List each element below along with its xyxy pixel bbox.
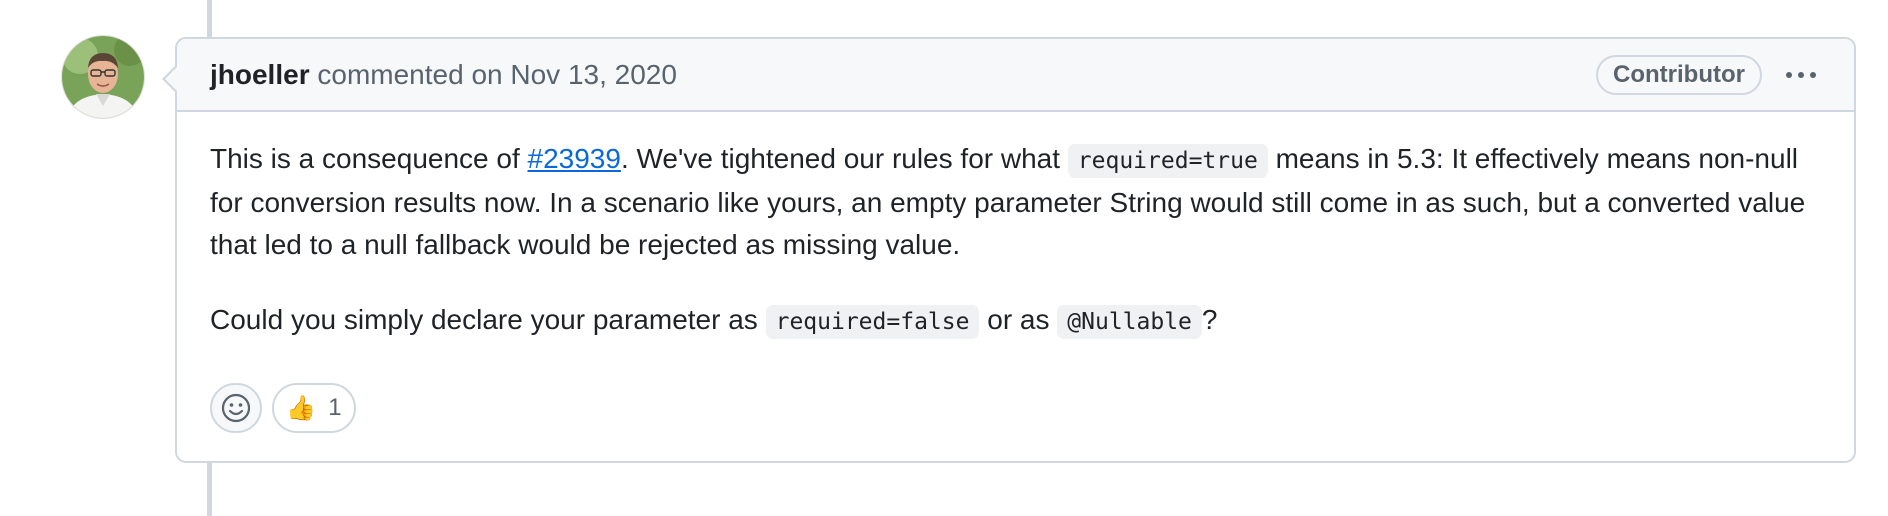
thumbs-up-icon: 👍 xyxy=(286,394,317,422)
comment-header: jhoeller commented on Nov 13, 2020 Contr… xyxy=(177,39,1854,112)
comment-header-text: jhoeller commented on Nov 13, 2020 xyxy=(210,59,677,91)
comment-paragraph: Could you simply declare your parameter … xyxy=(210,299,1821,343)
body-text: This is a consequence of xyxy=(210,143,528,174)
inline-code: @Nullable xyxy=(1057,305,1202,339)
body-text: ? xyxy=(1201,304,1218,335)
contributor-badge: Contributor xyxy=(1596,54,1762,95)
comment-body: This is a consequence of #23939. We've t… xyxy=(177,112,1854,343)
comment-timestamp[interactable]: Nov 13, 2020 xyxy=(510,59,677,90)
avatar-image xyxy=(62,36,144,118)
issue-link[interactable]: #23939 xyxy=(528,143,621,174)
kebab-dot xyxy=(1798,71,1804,78)
body-text: Could you simply declare your parameter … xyxy=(210,304,766,335)
smiley-icon xyxy=(221,393,251,423)
body-text: . We've tightened our rules for what xyxy=(620,143,1068,174)
kebab-dot xyxy=(1786,71,1792,78)
body-text: or as xyxy=(979,304,1058,335)
header-actions: Contributor xyxy=(1596,54,1822,95)
avatar[interactable] xyxy=(62,36,144,118)
reaction-count: 1 xyxy=(328,394,342,421)
comment-action-text: commented on xyxy=(309,58,511,90)
thumbs-up-reaction-button[interactable]: 👍 1 xyxy=(272,383,356,433)
author-link[interactable]: jhoeller xyxy=(210,59,310,90)
comment-paragraph: This is a consequence of #23939. We've t… xyxy=(210,138,1821,266)
reactions-bar: 👍 1 xyxy=(210,383,356,433)
add-reaction-button[interactable] xyxy=(210,383,262,433)
inline-code: required=false xyxy=(765,305,980,339)
more-options-icon[interactable] xyxy=(1780,66,1822,84)
comment-container: jhoeller commented on Nov 13, 2020 Contr… xyxy=(162,37,1856,463)
kebab-dot xyxy=(1810,71,1816,78)
inline-code: required=true xyxy=(1067,144,1268,178)
